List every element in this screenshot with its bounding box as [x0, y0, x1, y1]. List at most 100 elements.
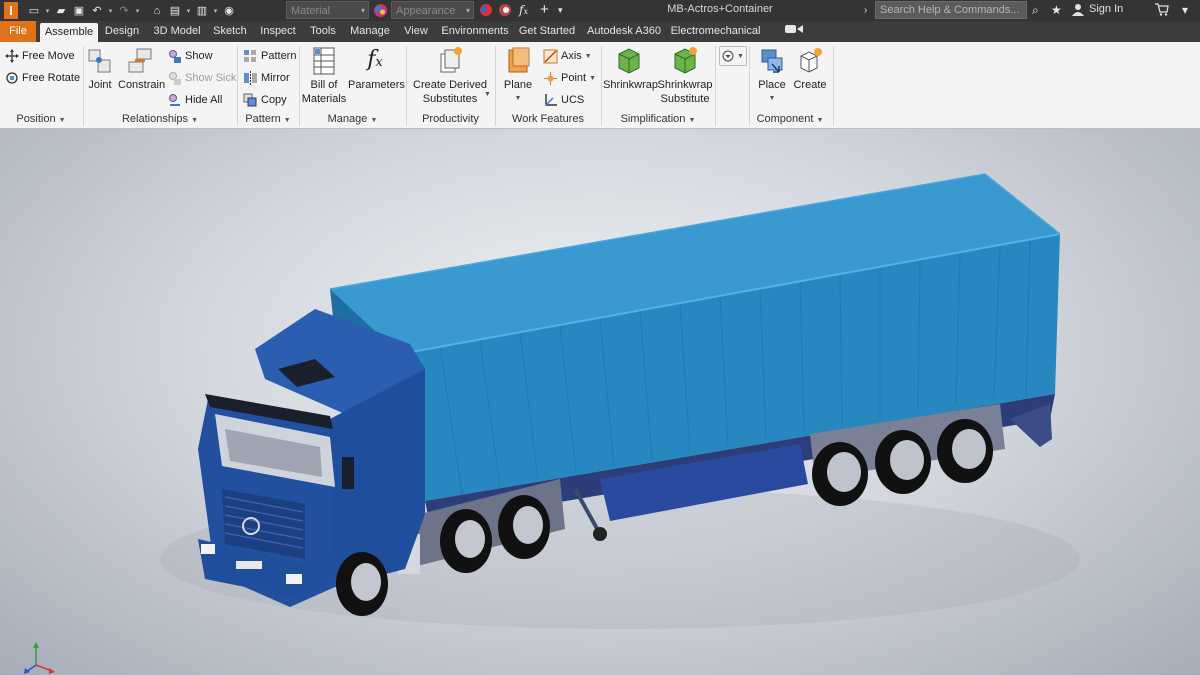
clear-override-icon[interactable] — [498, 3, 512, 21]
chevron-down-icon: ▾ — [465, 6, 470, 15]
print-dropdown-icon[interactable]: ▾ — [185, 7, 192, 15]
show-button[interactable]: Show — [167, 46, 213, 66]
shrinkwrap-label: Shrinkwrap — [603, 79, 659, 91]
chevron-down-icon: ▼ — [370, 117, 378, 124]
parameters-button[interactable]: fx Parameters — [348, 46, 405, 92]
free-move-button[interactable]: Free Move — [5, 46, 75, 66]
undo-icon[interactable]: ↶ — [89, 3, 105, 19]
customize-dropdown-icon[interactable]: ▾ — [558, 3, 563, 18]
chevron-right-icon[interactable]: › — [864, 3, 867, 18]
mirror-button[interactable]: Mirror — [243, 68, 290, 88]
user-icon[interactable] — [1072, 3, 1084, 20]
derived-substitutes-icon — [437, 46, 463, 76]
circle-chevron-icon — [722, 50, 734, 62]
hide-all-button[interactable]: Hide All — [167, 90, 222, 110]
shrinkwrap-substitute-button[interactable]: Shrinkwrap Substitute — [657, 46, 713, 106]
sign-in-link[interactable]: Sign In — [1089, 3, 1123, 15]
open-icon[interactable]: ▰ — [53, 3, 69, 19]
panel-divider — [833, 46, 834, 126]
ucs-icon — [545, 93, 557, 106]
tab-electromechanical[interactable]: Electromechanical — [668, 21, 763, 42]
search-input[interactable]: Search Help & Commands... — [875, 1, 1027, 19]
graphics-viewport[interactable] — [0, 129, 1200, 675]
update-dropdown-icon[interactable]: ▾ — [212, 7, 219, 15]
panel-label-work-features[interactable]: Work Features — [496, 112, 600, 127]
chevron-down-icon: ▼ — [768, 95, 776, 102]
print-icon[interactable]: ▤ — [167, 3, 183, 19]
tab-design[interactable]: Design — [101, 21, 143, 42]
hide-all-label: Hide All — [185, 94, 223, 106]
tab-autodesk-a360[interactable]: Autodesk A360 — [583, 21, 665, 42]
plane-icon — [505, 46, 531, 76]
ribbon-display-toggle[interactable] — [780, 21, 808, 42]
axis-button[interactable]: Axis ▼ — [543, 46, 592, 66]
star-icon[interactable]: ★ — [1051, 3, 1062, 18]
truck-cab[interactable] — [198, 309, 425, 616]
binoculars-icon[interactable]: ⌕ — [1032, 3, 1039, 18]
quick-access-toolbar: ▭ ▾ ▰ ▣ ↶ ▾ ↷ ▾ ⌂ ▤ ▾ ▥ ▾ ◉ — [26, 2, 237, 19]
redo-dropdown-icon[interactable]: ▾ — [134, 7, 141, 15]
plus-icon[interactable]: + — [540, 2, 549, 17]
create-derived-substitutes-button[interactable]: Create Derived Substitutes — [410, 46, 490, 106]
joint-button[interactable]: Joint — [86, 46, 114, 92]
panel-label-productivity[interactable]: Productivity — [407, 112, 494, 127]
document-title: MB-Actros+Container — [667, 3, 773, 15]
panel-label-relationships[interactable]: Relationships ▼ — [84, 112, 236, 127]
help-icon[interactable]: ▾ — [1182, 3, 1188, 18]
free-rotate-button[interactable]: Free Rotate — [5, 68, 80, 88]
point-button[interactable]: Point ▼ — [543, 68, 596, 88]
show-sick-button[interactable]: Show Sick — [167, 68, 236, 88]
create-component-button[interactable]: Create — [792, 46, 828, 92]
appearance-select-value: Appearance — [396, 5, 456, 17]
appearance-select[interactable]: Appearance ▾ — [391, 1, 474, 19]
app-logo-icon[interactable]: I — [4, 2, 18, 19]
video-icon — [785, 25, 803, 33]
material-select[interactable]: Material ▾ — [286, 1, 369, 19]
new-icon[interactable]: ▭ — [26, 3, 42, 19]
panel-label-position[interactable]: Position ▼ — [0, 112, 82, 127]
tab-file[interactable]: File — [0, 21, 36, 42]
cart-icon[interactable] — [1155, 3, 1169, 20]
free-rotate-label: Free Rotate — [22, 72, 81, 84]
ucs-button[interactable]: UCS — [543, 90, 584, 110]
new-dropdown-icon[interactable]: ▾ — [44, 7, 51, 15]
more-options-dropdown[interactable]: ▼ — [719, 46, 747, 66]
panel-label-manage[interactable]: Manage ▼ — [300, 112, 405, 127]
panel-label-pattern[interactable]: Pattern ▼ — [238, 112, 298, 127]
home-icon[interactable]: ⌂ — [149, 3, 165, 19]
place-button[interactable]: Place ▼ — [755, 46, 789, 106]
tab-3d-model[interactable]: 3D Model — [148, 21, 206, 42]
place-icon — [759, 46, 785, 76]
copy-button[interactable]: Copy — [243, 90, 287, 110]
plane-button[interactable]: Plane ▼ — [500, 46, 536, 106]
constrain-button[interactable]: Constrain — [118, 46, 166, 92]
redo-icon[interactable]: ↷ — [116, 3, 132, 19]
constrain-label: Constrain — [118, 79, 166, 91]
derived-dropdown[interactable]: ▼ — [484, 84, 491, 104]
shrinkwrap-button[interactable]: Shrinkwrap — [603, 46, 659, 92]
tab-tools[interactable]: Tools — [305, 21, 341, 42]
truck-container-model[interactable] — [0, 129, 1200, 675]
color-override-icon[interactable] — [479, 3, 493, 21]
panel-label-simplification[interactable]: Simplification ▼ — [602, 112, 714, 127]
derived-label-line2: Substitutes — [422, 93, 478, 105]
bill-of-materials-button[interactable]: Bill of Materials — [301, 46, 347, 106]
undo-dropdown-icon[interactable]: ▾ — [107, 7, 114, 15]
save-icon[interactable]: ▣ — [71, 3, 87, 19]
tab-manage[interactable]: Manage — [346, 21, 394, 42]
measure-icon[interactable]: ◉ — [221, 3, 237, 19]
pattern-button[interactable]: Pattern — [243, 46, 296, 66]
parameters-icon: fx — [367, 47, 383, 72]
fx-icon[interactable]: fx — [519, 3, 528, 19]
tab-assemble[interactable]: Assemble — [40, 23, 98, 42]
tab-get-started[interactable]: Get Started — [516, 21, 578, 42]
tab-inspect[interactable]: Inspect — [256, 21, 300, 42]
panel-label-component[interactable]: Component ▼ — [750, 112, 830, 127]
appearance-icon[interactable] — [373, 3, 388, 22]
tab-environments[interactable]: Environments — [437, 21, 513, 42]
tab-sketch[interactable]: Sketch — [209, 21, 251, 42]
bill-of-materials-icon — [311, 46, 337, 76]
chevron-down-icon: ▾ — [360, 6, 365, 15]
update-icon[interactable]: ▥ — [194, 3, 210, 19]
tab-view[interactable]: View — [399, 21, 433, 42]
